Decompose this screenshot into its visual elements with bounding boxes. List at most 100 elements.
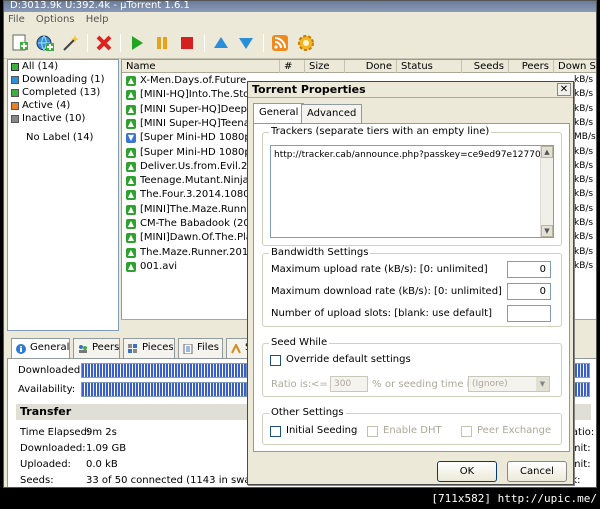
create-torrent-icon[interactable] xyxy=(59,32,81,54)
pause-icon[interactable] xyxy=(151,32,173,54)
list-header: Name # Size Done Status Seeds Peers Down… xyxy=(122,60,596,73)
tab-peers[interactable]: Peers xyxy=(73,338,120,358)
seed-while-group: Seed While Override default settings Rat… xyxy=(262,337,562,397)
toolbar-separator xyxy=(204,34,205,52)
down-speed-unit: kB/s xyxy=(574,189,594,200)
seeding-icon: ▲ xyxy=(126,204,136,215)
tab-pieces[interactable]: Pieces xyxy=(123,338,175,358)
seeding-icon: ▲ xyxy=(126,233,136,244)
seeding-icon: ▲ xyxy=(126,161,136,172)
max-download-label: Maximum download rate (kB/s): [0: unlimi… xyxy=(271,286,502,297)
add-torrent-icon[interactable] xyxy=(9,32,31,54)
column-peers[interactable]: Peers xyxy=(509,60,554,73)
cancel-button[interactable]: Cancel xyxy=(507,461,567,482)
preferences-icon[interactable] xyxy=(295,32,317,54)
enable-dht-checkbox[interactable] xyxy=(367,426,378,437)
trackers-group: Trackers (separate tiers with an empty l… xyxy=(262,126,562,246)
sidebar-item-completed[interactable]: Completed (13) xyxy=(8,86,118,99)
rss-icon[interactable] xyxy=(269,32,291,54)
max-download-input[interactable]: 0 xyxy=(507,283,551,300)
ok-button[interactable]: OK xyxy=(437,461,497,482)
enable-dht-label: Enable DHT xyxy=(383,425,442,436)
column-done[interactable]: Done xyxy=(345,60,397,73)
stop-icon[interactable] xyxy=(176,32,198,54)
down-speed-unit: kB/s xyxy=(574,75,594,85)
column-seeds[interactable]: Seeds xyxy=(462,60,509,73)
sidebar-item-downloading[interactable]: Downloading (1) xyxy=(8,73,118,86)
torrent-name: X-Men.Days.of.Future.Past xyxy=(140,75,250,86)
ratio-input[interactable]: 300 xyxy=(330,376,368,392)
active-icon xyxy=(11,101,19,110)
downloaded-bar xyxy=(81,363,247,378)
column-size[interactable]: Size xyxy=(305,60,345,73)
add-url-icon[interactable] xyxy=(34,32,56,54)
menu-file[interactable]: File xyxy=(4,12,29,25)
seeding-icon: ▲ xyxy=(126,147,136,158)
dialog-body: Trackers (separate tiers with an empty l… xyxy=(253,123,570,452)
remove-icon[interactable] xyxy=(93,32,115,54)
initial-seeding-checkbox[interactable] xyxy=(270,426,281,437)
column-status[interactable]: Status xyxy=(397,60,462,73)
seeding-icon: ▲ xyxy=(126,90,136,101)
image-footer: [711x582] http://upic.me/ xyxy=(0,488,600,509)
tab-advanced[interactable]: Advanced xyxy=(301,104,363,123)
menu-help[interactable]: Help xyxy=(82,12,113,25)
move-up-icon[interactable] xyxy=(210,32,232,54)
peer-exchange-checkbox[interactable] xyxy=(461,426,472,437)
tab-general-dialog[interactable]: General xyxy=(253,103,305,124)
peer-exchange-label: Peer Exchange xyxy=(477,425,552,436)
utorrent-window: D:3013.9k U:392.4k - µTorrent 1.6.1 File… xyxy=(3,0,597,488)
torrent-name: Deliver.Us.from.Evil.2014. xyxy=(140,160,250,172)
seeds-stat-value: 33 of 50 connected (1143 in swarm) xyxy=(86,475,269,486)
scroll-up-icon[interactable]: ▲ xyxy=(541,146,553,158)
down-speed-unit: kB/s xyxy=(574,89,594,100)
upload-slots-input[interactable] xyxy=(507,305,551,322)
info-icon xyxy=(16,343,26,354)
seeding-icon: ▲ xyxy=(126,104,136,115)
override-checkbox[interactable] xyxy=(270,355,281,366)
close-icon[interactable]: ✕ xyxy=(557,83,571,96)
column-name[interactable]: Name xyxy=(122,60,280,73)
start-icon[interactable] xyxy=(126,32,148,54)
max-upload-input[interactable]: 0 xyxy=(507,261,551,278)
scroll-down-icon[interactable]: ▼ xyxy=(541,225,553,237)
torrent-name: [MINI Super-HQ]Teenage xyxy=(140,117,250,129)
toolbar-separator xyxy=(87,34,88,52)
seeding-icon: ▲ xyxy=(126,176,136,187)
sidebar-item-label: All (14) xyxy=(22,61,59,72)
sidebar-item-inactive[interactable]: Inactive (10) xyxy=(8,112,118,125)
tab-general[interactable]: General xyxy=(11,338,70,359)
trackers-textarea[interactable]: http://tracker.cab/announce.php?passkey=… xyxy=(270,145,554,238)
tab-speed[interactable]: S xyxy=(226,338,251,358)
torrent-name: The.Four.3.2014.1080p.Bl xyxy=(140,189,250,201)
downloading-icon xyxy=(11,75,19,84)
sidebar-item-all[interactable]: All (14) xyxy=(8,60,118,73)
downloaded-stat-value: 1.09 GB xyxy=(86,443,127,454)
column-queue[interactable]: # xyxy=(280,60,305,73)
initial-seeding-label: Initial Seeding xyxy=(286,425,358,436)
torrent-name: The.Maze.Runner.2014_by xyxy=(140,246,250,258)
max-upload-label: Maximum upload rate (kB/s): [0: unlimite… xyxy=(271,264,488,275)
menu-options[interactable]: Options xyxy=(32,12,79,25)
column-down-speed[interactable]: Down Speed xyxy=(554,60,596,73)
inactive-icon xyxy=(11,114,19,123)
window-title: D:3013.9k U:392.4k - µTorrent 1.6.1 xyxy=(4,1,596,12)
ratio-label: Ratio is: xyxy=(271,379,312,390)
seeding-time-select[interactable]: (Ignore) ▼ xyxy=(468,376,550,392)
sidebar-item-label: No Label (14) xyxy=(26,132,94,143)
torrent-name: [Super Mini-HD 1080p HQ] xyxy=(140,132,250,144)
availability-label: Availability: xyxy=(18,384,76,395)
seeding-icon: ▲ xyxy=(126,76,136,86)
torrent-name: CM-The Babadook (2014) w xyxy=(140,218,250,229)
override-label: Override default settings xyxy=(286,354,411,365)
down-speed-unit: kB/s xyxy=(574,117,594,128)
sidebar-item-label: Active (4) xyxy=(22,100,71,111)
tab-files[interactable]: Files xyxy=(178,338,223,358)
detail-tabs: General Peers Pieces Files S xyxy=(7,338,251,359)
sidebar-item-active[interactable]: Active (4) xyxy=(8,99,118,112)
sidebar-item-no-label[interactable]: No Label (14) xyxy=(8,131,118,144)
ratio-operator: <= xyxy=(311,379,328,390)
trackers-scrollbar[interactable]: ▲ ▼ xyxy=(540,146,553,237)
toolbar-separator xyxy=(120,34,121,52)
move-down-icon[interactable] xyxy=(235,32,257,54)
